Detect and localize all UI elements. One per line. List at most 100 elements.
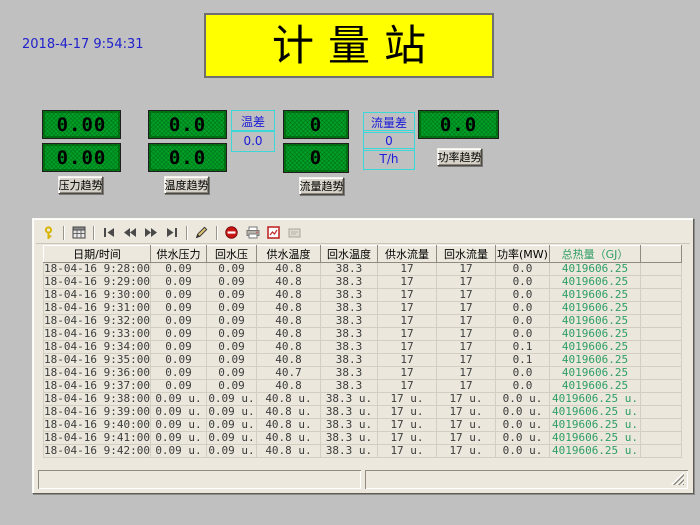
table-cell: 17 <box>437 367 496 380</box>
table-cell: 17 u. <box>378 419 437 432</box>
table-row[interactable]: 18-04-16 9:41:000.09 u.0.09 u.40.8 u.38.… <box>44 432 682 445</box>
table-cell: 17 <box>378 380 437 393</box>
table-cell: 4019606.25 u. <box>550 445 641 458</box>
supply-flow-display: 0 <box>283 110 349 139</box>
table-cell: 17 u. <box>378 406 437 419</box>
table-cell-filler <box>641 445 682 458</box>
table-cell: 17 u. <box>437 419 496 432</box>
table-cell-filler <box>641 367 682 380</box>
table-row[interactable]: 18-04-16 9:31:000.090.0940.838.317170.04… <box>44 302 682 315</box>
temp-diff-value: 0.0 <box>231 130 275 152</box>
table-cell: 17 <box>437 328 496 341</box>
table-cell: 40.8 <box>257 328 321 341</box>
table-cell: 17 <box>437 380 496 393</box>
export-icon[interactable] <box>286 225 303 241</box>
table-cell-filler <box>641 380 682 393</box>
temperature-trend-button[interactable]: 温度趋势 <box>164 176 209 194</box>
table-cell: 0.09 u. <box>151 432 207 445</box>
table-cell: 38.3 u. <box>321 406 378 419</box>
table-cell: 38.3 u. <box>321 393 378 406</box>
edit-pencil-icon[interactable] <box>193 225 210 241</box>
print-icon[interactable] <box>244 225 261 241</box>
table-cell: 17 <box>378 302 437 315</box>
table-cell: 0.0 <box>496 367 550 380</box>
table-cell: 0.09 <box>207 289 257 302</box>
table-cell: 0.09 u. <box>207 406 257 419</box>
table-cell: 0.09 <box>207 354 257 367</box>
table-cell: 4019606.25 <box>550 367 641 380</box>
first-record-icon[interactable] <box>100 225 117 241</box>
table-row[interactable]: 18-04-16 9:39:000.09 u.0.09 u.40.8 u.38.… <box>44 406 682 419</box>
flow-trend-button[interactable]: 流量趋势 <box>299 177 344 195</box>
table-row[interactable]: 18-04-16 9:32:000.090.0940.838.317170.04… <box>44 315 682 328</box>
pressure-trend-button[interactable]: 压力趋势 <box>58 176 103 194</box>
power-trend-button[interactable]: 功率趋势 <box>437 148 482 166</box>
table-cell: 0.0 <box>496 328 550 341</box>
supply-temp-display: 0.0 <box>148 110 227 139</box>
table-row[interactable]: 18-04-16 9:40:000.09 u.0.09 u.40.8 u.38.… <box>44 419 682 432</box>
table-cell: 17 <box>437 263 496 276</box>
table-cell: 17 <box>437 354 496 367</box>
table-cell: 17 u. <box>437 393 496 406</box>
table-cell: 18-04-16 9:31:00 <box>44 302 151 315</box>
table-cell: 40.8 <box>257 380 321 393</box>
table-row[interactable]: 18-04-16 9:28:000.090.0940.838.317170.04… <box>44 263 682 276</box>
table-cell: 0.09 <box>151 289 207 302</box>
table-cell: 0.0 <box>496 289 550 302</box>
resize-grip[interactable] <box>671 472 684 485</box>
table-cell: 0.0 u. <box>496 393 550 406</box>
table-cell: 0.09 <box>151 354 207 367</box>
table-row[interactable]: 18-04-16 9:42:000.09 u.0.09 u.40.8 u.38.… <box>44 445 682 458</box>
table-icon[interactable] <box>70 225 87 241</box>
toolbar-separator <box>186 226 187 240</box>
table-cell: 17 <box>378 341 437 354</box>
table-cell: 0.09 u. <box>151 406 207 419</box>
table-cell: 0.09 <box>151 302 207 315</box>
next-page-icon[interactable] <box>142 225 159 241</box>
table-row[interactable]: 18-04-16 9:38:000.09 u.0.09 u.40.8 u.38.… <box>44 393 682 406</box>
table-cell: 0.09 <box>151 367 207 380</box>
table-cell: 38.3 <box>321 341 378 354</box>
table-cell: 38.3 u. <box>321 445 378 458</box>
stop-icon[interactable] <box>223 225 240 241</box>
table-cell: 0.09 <box>207 302 257 315</box>
table-cell: 0.09 <box>207 341 257 354</box>
table-cell: 0.09 <box>207 328 257 341</box>
table-cell-filler <box>641 354 682 367</box>
table-cell: 17 <box>437 276 496 289</box>
table-cell: 0.09 u. <box>151 419 207 432</box>
table-cell: 17 <box>437 341 496 354</box>
table-cell: 0.0 u. <box>496 406 550 419</box>
table-row[interactable]: 18-04-16 9:30:000.090.0940.838.317170.04… <box>44 289 682 302</box>
save-report-icon[interactable] <box>265 225 282 241</box>
table-cell: 17 u. <box>378 445 437 458</box>
page-title: 计量站 <box>258 25 440 67</box>
table-cell: 18-04-16 9:42:00 <box>44 445 151 458</box>
table-row[interactable]: 18-04-16 9:29:000.090.0940.838.317170.04… <box>44 276 682 289</box>
last-record-icon[interactable] <box>163 225 180 241</box>
column-header: 日期/时间 <box>44 246 151 263</box>
power-display: 0.0 <box>418 110 499 139</box>
table-cell: 0.09 u. <box>207 393 257 406</box>
table-row[interactable]: 18-04-16 9:34:000.090.0940.838.317170.14… <box>44 341 682 354</box>
table-cell: 17 <box>378 367 437 380</box>
table-cell: 18-04-16 9:38:00 <box>44 393 151 406</box>
table-cell: 0.09 <box>207 315 257 328</box>
table-row[interactable]: 18-04-16 9:37:000.090.0940.838.317170.04… <box>44 380 682 393</box>
previous-page-icon[interactable] <box>121 225 138 241</box>
column-header-filler <box>641 246 682 263</box>
table-cell: 17 u. <box>378 432 437 445</box>
table-cell: 18-04-16 9:37:00 <box>44 380 151 393</box>
column-header: 功率(MW) <box>496 246 550 263</box>
table-row[interactable]: 18-04-16 9:33:000.090.0940.838.317170.04… <box>44 328 682 341</box>
table-cell: 4019606.25 <box>550 341 641 354</box>
table-row[interactable]: 18-04-16 9:36:000.090.0940.738.317170.04… <box>44 367 682 380</box>
table-cell: 18-04-16 9:39:00 <box>44 406 151 419</box>
table-cell: 40.8 u. <box>257 432 321 445</box>
table-cell: 18-04-16 9:30:00 <box>44 289 151 302</box>
table-cell: 17 <box>437 289 496 302</box>
key-icon[interactable] <box>40 225 57 241</box>
table-cell-filler <box>641 302 682 315</box>
table-cell: 0.09 <box>151 341 207 354</box>
table-row[interactable]: 18-04-16 9:35:000.090.0940.838.317170.14… <box>44 354 682 367</box>
